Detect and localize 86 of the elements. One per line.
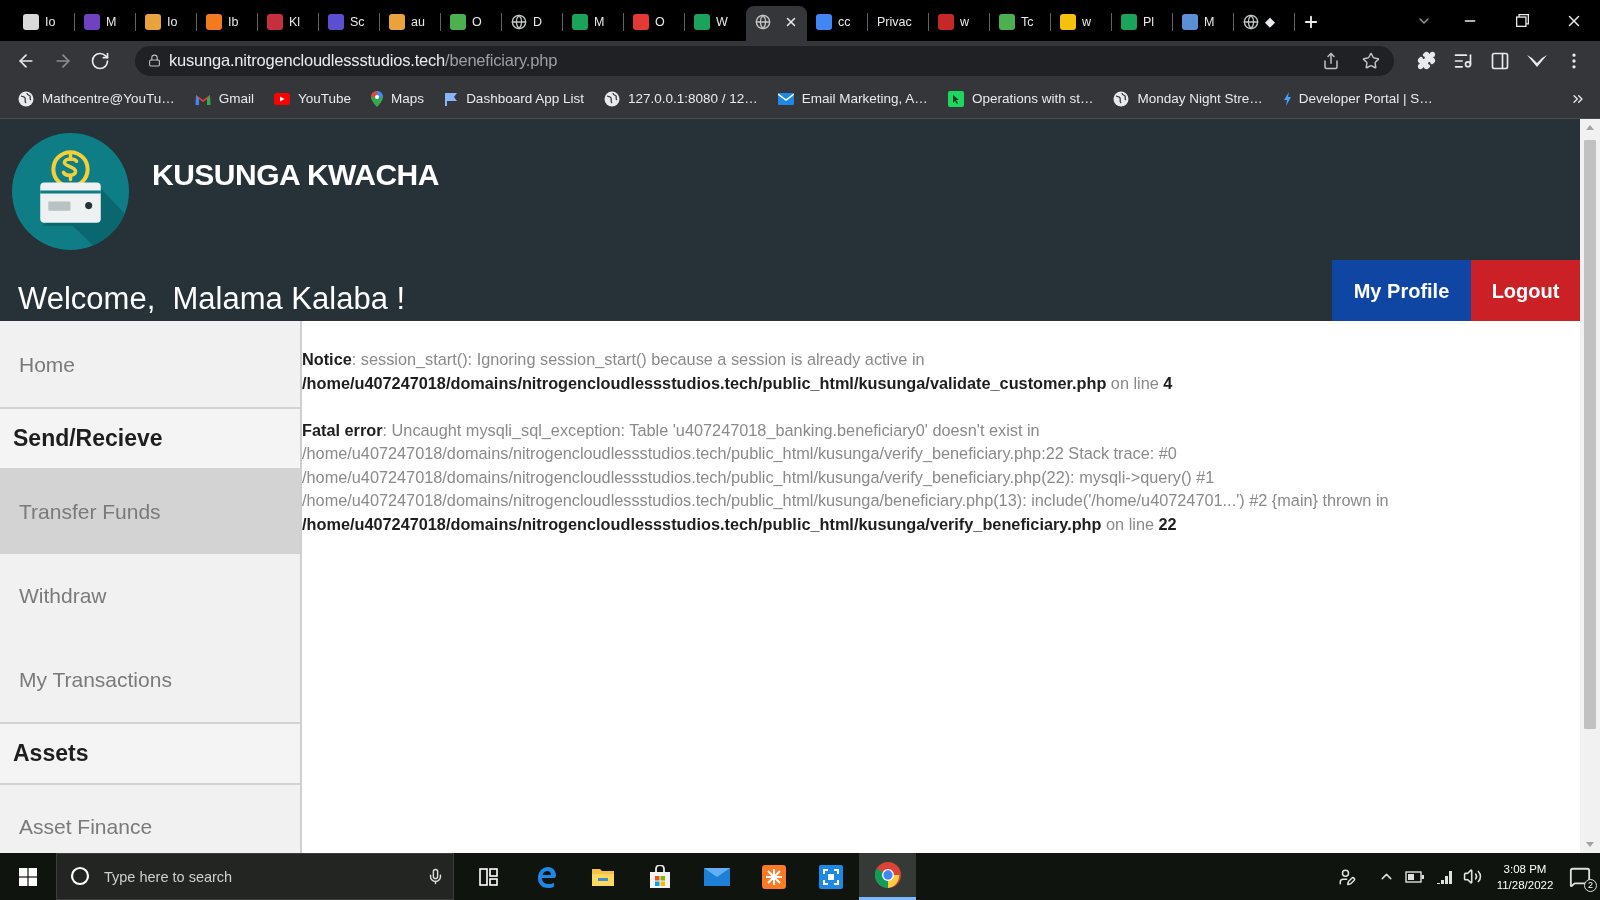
envelope-icon xyxy=(777,93,794,105)
new-tab-icon[interactable] xyxy=(1302,13,1320,31)
battery-icon[interactable] xyxy=(1405,870,1425,883)
browser-tab[interactable]: Pl xyxy=(1112,6,1173,41)
windows-logo-icon[interactable] xyxy=(19,867,37,886)
browser-tab[interactable]: au xyxy=(380,6,441,41)
error-message: Fatal error: Uncaught mysqli_sql_exception: Table 'u407247018_banking.beneficiary0' doesn't exist in /home/u407247018/domains/nitrogencloudlessstudios.tech/public_html/kusunga/verify_beneficiary.php:22 Stack trace: #0 /home/u407247018/domains/nitrogencloudlessstudios.tech/public_html/kusunga/verify_beneficiary.php(22): mysqli->query() #1 /home/u407247018/domains/nitrogencloudlessstudios.tech/public_html/kusunga/beneficiary.php(13): include('/home/u40724701...') #2 {main} thrown in /home/u407247018/domains/nitrogencloudlessstudios.tech/public_html/kusunga/verify_beneficiary.php on line 22 xyxy=(302,419,1389,535)
browser-tab[interactable]: Io xyxy=(14,6,75,41)
frame-icon xyxy=(818,864,843,889)
bookmark[interactable]: Mathcentre@YouTu… xyxy=(16,85,177,113)
bookmark[interactable]: Email Marketing, A… xyxy=(775,85,930,113)
task-view-icon xyxy=(478,867,499,886)
brand-title: KUSUNGA KWACHA xyxy=(152,157,439,193)
browser-tab[interactable]: O xyxy=(624,6,685,41)
flag-icon xyxy=(444,92,459,106)
bookmark[interactable]: Developer Portal | S… xyxy=(1280,85,1435,113)
sidebar-heading: Send/Recieve xyxy=(13,424,163,454)
play-icon xyxy=(274,93,291,105)
envelope-icon xyxy=(703,867,730,886)
sidebar-heading: Assets xyxy=(13,739,89,769)
globe-icon xyxy=(755,14,771,30)
notification-count: 2 xyxy=(1584,879,1597,892)
browser-tab[interactable] xyxy=(746,6,807,41)
close-tab-icon[interactable] xyxy=(784,15,798,29)
browser-tab[interactable]: M xyxy=(1173,6,1234,41)
bookmark[interactable]: 127.0.0.1:8080 / 12… xyxy=(601,85,760,113)
cross-logo-icon xyxy=(761,864,786,889)
bolt-icon xyxy=(1282,92,1291,106)
bookmark[interactable]: Gmail xyxy=(192,85,257,113)
address-field[interactable]: kusunga.nitrogencloudlessstudios.tech/beneficiary.php xyxy=(135,45,1394,76)
globe-icon xyxy=(511,14,527,30)
browser-tab[interactable]: Io xyxy=(136,6,197,41)
sidebar-link[interactable]: Asset Finance xyxy=(0,785,300,853)
extensions-icon[interactable] xyxy=(1417,51,1436,70)
bookmark[interactable]: Maps xyxy=(369,85,427,113)
map-pin-icon xyxy=(371,91,384,107)
browser-tab[interactable]: O xyxy=(441,6,502,41)
chrome-logo-icon xyxy=(874,862,901,888)
browser-tab[interactable]: ◆ xyxy=(1234,6,1295,41)
star-icon[interactable] xyxy=(1362,51,1380,70)
lock-icon[interactable] xyxy=(148,54,161,67)
shopping-bag-icon xyxy=(648,864,671,889)
browser-tab[interactable]: Ib xyxy=(197,6,258,41)
taskbar-clock[interactable]: 3:08 PM 11/28/2022 xyxy=(1490,853,1560,900)
search-icon xyxy=(70,866,90,886)
square-icon xyxy=(947,91,964,107)
scrollbar[interactable] xyxy=(1580,119,1600,853)
side-panel-icon[interactable] xyxy=(1490,50,1510,71)
volume-icon[interactable] xyxy=(1463,867,1482,886)
browser-tab[interactable]: D xyxy=(502,6,563,41)
globe-icon xyxy=(1113,91,1130,107)
restore-icon[interactable] xyxy=(1515,14,1529,27)
browser-tab[interactable]: M xyxy=(563,6,624,41)
globe-icon xyxy=(603,91,620,107)
sidebar-link[interactable]: Withdraw xyxy=(0,554,300,638)
share-icon[interactable] xyxy=(1322,51,1340,70)
globe-icon xyxy=(1243,14,1259,30)
taskbar-button[interactable] xyxy=(859,853,916,900)
browser-tab[interactable]: Sc xyxy=(319,6,380,41)
browser-tab[interactable]: cc xyxy=(807,6,868,41)
browser-tab[interactable]: Privac xyxy=(868,6,929,41)
v-shape-icon[interactable] xyxy=(1527,53,1547,68)
bookmark[interactable]: YouTube xyxy=(272,85,354,113)
sidebar-link[interactable]: My Transactions xyxy=(0,638,300,722)
bookmark[interactable]: Dashboard App List xyxy=(442,85,586,113)
browser-tab[interactable]: W xyxy=(685,6,746,41)
bookmark[interactable]: Operations with st… xyxy=(945,85,1096,113)
logout-button[interactable]: Logout xyxy=(1471,260,1580,321)
bookmark[interactable]: Monday Night Stre… xyxy=(1111,85,1265,113)
sidebar-link[interactable]: Home xyxy=(0,323,300,407)
browser-tab[interactable]: Kl xyxy=(258,6,319,41)
mail-icon xyxy=(194,93,211,105)
browser-tab[interactable]: Tc xyxy=(990,6,1051,41)
welcome-text: Welcome, Malama Kalaba ! xyxy=(17,281,406,318)
globe-icon xyxy=(18,91,34,107)
notifications-icon[interactable] xyxy=(1569,865,1591,888)
signal-icon[interactable] xyxy=(1435,868,1453,885)
browser-tab[interactable]: w xyxy=(1051,6,1112,41)
user-pen-icon[interactable] xyxy=(1338,867,1356,886)
browser-tab[interactable]: w xyxy=(929,6,990,41)
browser-tab[interactable]: M xyxy=(75,6,136,41)
reload-icon[interactable] xyxy=(90,50,110,71)
microphone-icon[interactable] xyxy=(427,868,444,885)
search-field[interactable]: Type here to search xyxy=(56,853,454,900)
profile-button[interactable]: My Profile xyxy=(1332,260,1471,321)
error-message: Notice: session_start(): Ignoring session_start() because a session is already active in /home/u407247018/domains/nitrogencloudlessstudios.tech/public_html/kusunga/validate_customer.php on line 4 xyxy=(302,349,1173,394)
